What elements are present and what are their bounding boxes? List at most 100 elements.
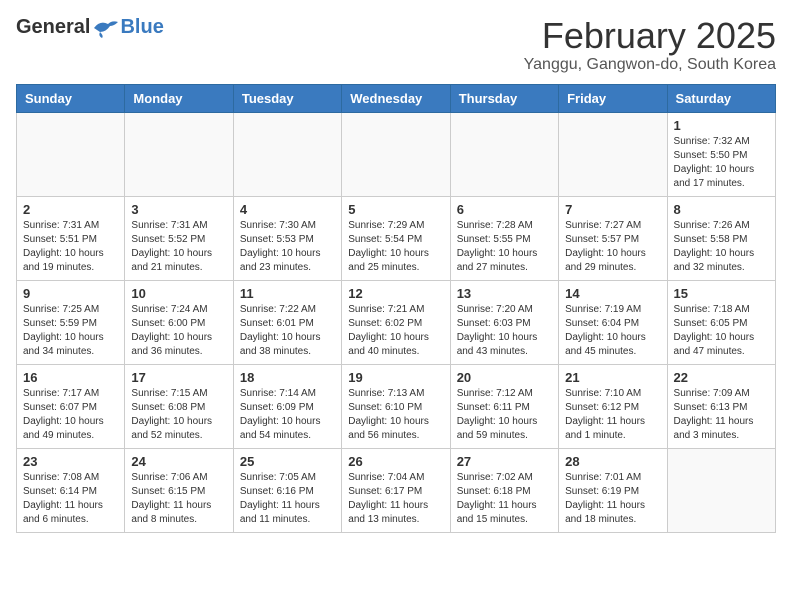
calendar-day-cell: 7 Sunrise: 7:27 AM Sunset: 5:57 PM Daylig… (559, 196, 667, 280)
day-number: 6 (457, 202, 552, 217)
day-info: Sunrise: 7:18 AM Sunset: 6:05 PM Dayligh… (674, 303, 769, 359)
day-number: 14 (565, 286, 660, 301)
day-number: 24 (131, 454, 226, 469)
weekday-header: Friday (559, 84, 667, 112)
day-info: Sunrise: 7:22 AM Sunset: 6:01 PM Dayligh… (240, 303, 335, 359)
day-number: 4 (240, 202, 335, 217)
calendar-day-cell: 23Sunrise: 7:08 AM Sunset: 6:14 PM Dayli… (17, 448, 125, 532)
day-info: Sunrise: 7:25 AM Sunset: 5:59 PM Dayligh… (23, 303, 118, 359)
day-number: 15 (674, 286, 769, 301)
day-info: Sunrise: 7:32 AM Sunset: 5:50 PM Dayligh… (674, 135, 769, 191)
day-number: 13 (457, 286, 552, 301)
logo-blue-text: Blue (120, 16, 163, 39)
calendar-day-cell: 15 Sunrise: 7:18 AM Sunset: 6:05 PM Dayli… (667, 280, 775, 364)
calendar-day-cell: 10Sunrise: 7:24 AM Sunset: 6:00 PM Dayli… (125, 280, 233, 364)
calendar-day-cell: 9 Sunrise: 7:25 AM Sunset: 5:59 PM Daylig… (17, 280, 125, 364)
calendar-day-cell: 11 Sunrise: 7:22 AM Sunset: 6:01 PM Dayli… (233, 280, 341, 364)
day-number: 17 (131, 370, 226, 385)
day-number: 3 (131, 202, 226, 217)
calendar-day-cell: 16 Sunrise: 7:17 AM Sunset: 6:07 PM Dayli… (17, 364, 125, 448)
day-number: 9 (23, 286, 118, 301)
calendar-day-cell: 1 Sunrise: 7:32 AM Sunset: 5:50 PM Daylig… (667, 112, 775, 196)
day-info: Sunrise: 7:26 AM Sunset: 5:58 PM Dayligh… (674, 219, 769, 275)
calendar-day-cell (450, 112, 558, 196)
weekday-header: Sunday (17, 84, 125, 112)
day-info: Sunrise: 7:02 AM Sunset: 6:18 PM Dayligh… (457, 471, 552, 527)
day-info: Sunrise: 7:13 AM Sunset: 6:10 PM Dayligh… (348, 387, 443, 443)
calendar-day-cell (233, 112, 341, 196)
day-info: Sunrise: 7:10 AM Sunset: 6:12 PM Dayligh… (565, 387, 660, 443)
day-number: 27 (457, 454, 552, 469)
calendar-day-cell: 28 Sunrise: 7:01 AM Sunset: 6:19 PM Dayli… (559, 448, 667, 532)
weekday-header: Saturday (667, 84, 775, 112)
day-info: Sunrise: 7:01 AM Sunset: 6:19 PM Dayligh… (565, 471, 660, 527)
day-info: Sunrise: 7:29 AM Sunset: 5:54 PM Dayligh… (348, 219, 443, 275)
logo-general-text: General (16, 16, 90, 39)
calendar-week-row: 1 Sunrise: 7:32 AM Sunset: 5:50 PM Daylig… (17, 112, 776, 196)
calendar-day-cell: 27 Sunrise: 7:02 AM Sunset: 6:18 PM Dayli… (450, 448, 558, 532)
weekday-header: Tuesday (233, 84, 341, 112)
calendar-week-row: 16 Sunrise: 7:17 AM Sunset: 6:07 PM Dayli… (17, 364, 776, 448)
calendar-week-row: 23Sunrise: 7:08 AM Sunset: 6:14 PM Dayli… (17, 448, 776, 532)
calendar-day-cell: 12Sunrise: 7:21 AM Sunset: 6:02 PM Dayli… (342, 280, 450, 364)
day-info: Sunrise: 7:28 AM Sunset: 5:55 PM Dayligh… (457, 219, 552, 275)
weekday-header: Monday (125, 84, 233, 112)
logo-bird-icon (92, 18, 120, 38)
calendar-day-cell (559, 112, 667, 196)
calendar-day-cell: 20 Sunrise: 7:12 AM Sunset: 6:11 PM Dayli… (450, 364, 558, 448)
day-info: Sunrise: 7:15 AM Sunset: 6:08 PM Dayligh… (131, 387, 226, 443)
calendar-week-row: 9 Sunrise: 7:25 AM Sunset: 5:59 PM Daylig… (17, 280, 776, 364)
location: Yanggu, Gangwon-do, South Korea (524, 56, 776, 74)
calendar-day-cell: 18Sunrise: 7:14 AM Sunset: 6:09 PM Dayli… (233, 364, 341, 448)
calendar-day-cell (17, 112, 125, 196)
day-number: 16 (23, 370, 118, 385)
day-info: Sunrise: 7:31 AM Sunset: 5:52 PM Dayligh… (131, 219, 226, 275)
title-section: February 2025 Yanggu, Gangwon-do, South … (524, 16, 776, 74)
calendar-day-cell (125, 112, 233, 196)
day-number: 7 (565, 202, 660, 217)
day-number: 5 (348, 202, 443, 217)
calendar-day-cell: 25Sunrise: 7:05 AM Sunset: 6:16 PM Dayli… (233, 448, 341, 532)
day-info: Sunrise: 7:05 AM Sunset: 6:16 PM Dayligh… (240, 471, 335, 527)
calendar-week-row: 2Sunrise: 7:31 AM Sunset: 5:51 PM Daylig… (17, 196, 776, 280)
calendar-day-cell: 19 Sunrise: 7:13 AM Sunset: 6:10 PM Dayli… (342, 364, 450, 448)
calendar-day-cell: 17 Sunrise: 7:15 AM Sunset: 6:08 PM Dayli… (125, 364, 233, 448)
calendar-header-row: SundayMondayTuesdayWednesdayThursdayFrid… (17, 84, 776, 112)
day-number: 26 (348, 454, 443, 469)
day-number: 28 (565, 454, 660, 469)
calendar-day-cell: 3 Sunrise: 7:31 AM Sunset: 5:52 PM Daylig… (125, 196, 233, 280)
weekday-header: Thursday (450, 84, 558, 112)
weekday-header: Wednesday (342, 84, 450, 112)
month-title: February 2025 (524, 16, 776, 56)
calendar-day-cell (667, 448, 775, 532)
day-info: Sunrise: 7:14 AM Sunset: 6:09 PM Dayligh… (240, 387, 335, 443)
day-info: Sunrise: 7:30 AM Sunset: 5:53 PM Dayligh… (240, 219, 335, 275)
day-info: Sunrise: 7:27 AM Sunset: 5:57 PM Dayligh… (565, 219, 660, 275)
calendar-day-cell: 4 Sunrise: 7:30 AM Sunset: 5:53 PM Daylig… (233, 196, 341, 280)
day-number: 21 (565, 370, 660, 385)
day-number: 8 (674, 202, 769, 217)
calendar-day-cell: 26Sunrise: 7:04 AM Sunset: 6:17 PM Dayli… (342, 448, 450, 532)
day-info: Sunrise: 7:17 AM Sunset: 6:07 PM Dayligh… (23, 387, 118, 443)
day-info: Sunrise: 7:19 AM Sunset: 6:04 PM Dayligh… (565, 303, 660, 359)
day-info: Sunrise: 7:06 AM Sunset: 6:15 PM Dayligh… (131, 471, 226, 527)
calendar-day-cell: 24 Sunrise: 7:06 AM Sunset: 6:15 PM Dayli… (125, 448, 233, 532)
calendar-day-cell (342, 112, 450, 196)
day-number: 1 (674, 118, 769, 133)
day-number: 19 (348, 370, 443, 385)
day-info: Sunrise: 7:12 AM Sunset: 6:11 PM Dayligh… (457, 387, 552, 443)
calendar-day-cell: 6 Sunrise: 7:28 AM Sunset: 5:55 PM Daylig… (450, 196, 558, 280)
logo: General Blue (16, 16, 164, 39)
calendar-day-cell: 14 Sunrise: 7:19 AM Sunset: 6:04 PM Dayli… (559, 280, 667, 364)
page-header: General Blue February 2025 Yanggu, Gangw… (16, 16, 776, 74)
calendar-day-cell: 21 Sunrise: 7:10 AM Sunset: 6:12 PM Dayli… (559, 364, 667, 448)
day-number: 2 (23, 202, 118, 217)
day-info: Sunrise: 7:08 AM Sunset: 6:14 PM Dayligh… (23, 471, 118, 527)
day-info: Sunrise: 7:24 AM Sunset: 6:00 PM Dayligh… (131, 303, 226, 359)
day-info: Sunrise: 7:21 AM Sunset: 6:02 PM Dayligh… (348, 303, 443, 359)
calendar-day-cell: 22Sunrise: 7:09 AM Sunset: 6:13 PM Dayli… (667, 364, 775, 448)
day-number: 11 (240, 286, 335, 301)
day-number: 20 (457, 370, 552, 385)
calendar-day-cell: 13Sunrise: 7:20 AM Sunset: 6:03 PM Dayli… (450, 280, 558, 364)
calendar-day-cell: 2Sunrise: 7:31 AM Sunset: 5:51 PM Daylig… (17, 196, 125, 280)
